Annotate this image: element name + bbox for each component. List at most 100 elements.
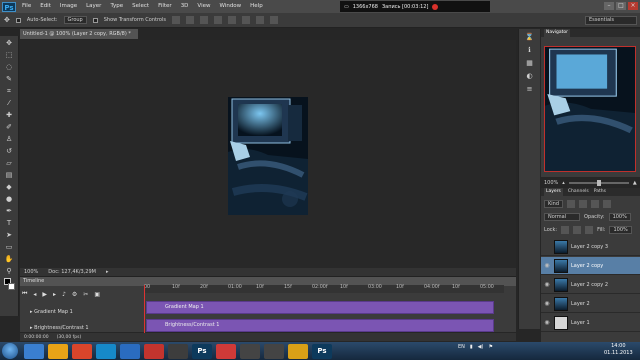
ie-icon[interactable] [24, 343, 44, 359]
auto-select-dropdown[interactable]: Group [63, 16, 87, 24]
opacity-field[interactable]: 100% [608, 212, 631, 221]
layer-row[interactable]: Layer 2 copy 3 [541, 238, 640, 256]
type-tool-icon[interactable]: T [4, 218, 14, 228]
lock-position-icon[interactable] [573, 225, 582, 234]
filter-type-icon[interactable] [591, 199, 600, 208]
skype-icon[interactable] [96, 343, 116, 359]
visibility-eye-icon[interactable] [543, 243, 551, 251]
visibility-eye-icon[interactable]: ◉ [543, 300, 551, 308]
zoom-out-icon[interactable]: ▴ [562, 180, 565, 186]
status-arrow-icon[interactable]: ▸ [106, 268, 109, 276]
visibility-eye-icon[interactable]: ◉ [543, 262, 551, 270]
layer-row[interactable]: ◉ Layer 1 [541, 314, 640, 332]
photoshop-icon[interactable]: Ps [312, 343, 332, 359]
next-frame-icon[interactable]: ▸ [53, 291, 56, 298]
settings-icon[interactable]: ⚙ [72, 291, 77, 298]
language-indicator[interactable]: EN [458, 344, 465, 350]
layer-name[interactable]: Layer 2 copy 2 [571, 282, 608, 288]
record-icon[interactable] [432, 3, 439, 10]
tab-paths[interactable]: Paths [594, 188, 606, 196]
timeline-ruler[interactable]: 00 10f 20f 01:00 10f 15f 02:00f 10f 03:00 10f 04:0… [144, 285, 504, 293]
align-middle-icon[interactable] [185, 16, 194, 24]
volume-icon[interactable]: ◀) [478, 344, 484, 350]
marquee-tool-icon[interactable]: ⬚ [4, 50, 14, 60]
tab-layers[interactable]: Layers [544, 188, 563, 196]
menu-item-window[interactable]: Window [219, 3, 241, 9]
app-icon[interactable] [240, 343, 260, 359]
document-image[interactable] [228, 97, 308, 215]
lock-all-icon[interactable] [585, 225, 594, 234]
healing-tool-icon[interactable]: ✚ [4, 110, 14, 120]
track-row-gradient-map[interactable]: ▸ Gradient Map 1 [20, 306, 144, 319]
tab-channels[interactable]: Channels [568, 188, 589, 196]
align-left-icon[interactable] [213, 16, 222, 24]
menu-item-select[interactable]: Select [132, 3, 149, 9]
eraser-tool-icon[interactable]: ▱ [4, 158, 14, 168]
document-tab[interactable]: Untitled-1 @ 100% (Layer 2 copy, RGB/8) … [20, 29, 138, 39]
zoom-in-icon[interactable]: ▲ [633, 180, 637, 186]
minimize-button[interactable]: – [604, 2, 614, 10]
3d-mode-icon[interactable] [269, 16, 278, 24]
distribute-icon[interactable] [255, 16, 264, 24]
layer-row[interactable]: ◉ Layer 2 copy [541, 257, 640, 275]
stamp-tool-icon[interactable]: ♙ [4, 134, 14, 144]
close-button[interactable]: × [628, 2, 638, 10]
layer-row[interactable]: ◉ Layer 2 [541, 295, 640, 313]
properties-icon[interactable]: ≡ [525, 85, 534, 94]
transition-icon[interactable]: ▣ [94, 291, 100, 298]
app-icon[interactable] [288, 343, 308, 359]
eyedropper-tool-icon[interactable]: ⁄ [4, 98, 14, 108]
navigator-zoom-value[interactable]: 100% [544, 180, 558, 186]
opera-icon[interactable] [144, 343, 164, 359]
zoom-tool-icon[interactable]: ⚲ [4, 266, 14, 276]
quick-select-tool-icon[interactable]: ✎ [4, 74, 14, 84]
blur-tool-icon[interactable]: ◆ [4, 182, 14, 192]
lock-pixels-icon[interactable] [561, 225, 570, 234]
first-frame-icon[interactable]: ⏮ [22, 290, 27, 298]
menu-item-help[interactable]: Help [250, 3, 263, 9]
brush-tool-icon[interactable]: ✐ [4, 122, 14, 132]
menu-item-edit[interactable]: Edit [40, 3, 51, 9]
layer-name[interactable]: Layer 2 copy [571, 263, 603, 269]
audio-icon[interactable]: ♪ [62, 291, 66, 298]
swatches-icon[interactable]: ▦ [525, 59, 534, 68]
app-icon[interactable] [264, 343, 284, 359]
zoom-slider[interactable] [568, 180, 629, 186]
chrome-icon[interactable] [72, 343, 92, 359]
maximize-button[interactable]: □ [616, 2, 626, 10]
filter-shape-icon[interactable] [603, 199, 612, 208]
zoom-readout[interactable]: 100% [24, 268, 38, 276]
workspace-switcher[interactable]: Essentials [585, 16, 637, 25]
move-tool-icon[interactable]: ✥ [4, 16, 10, 24]
visibility-eye-icon[interactable]: ◉ [543, 319, 551, 327]
menu-item-filter[interactable]: Filter [158, 3, 172, 9]
fill-field[interactable]: 100% [609, 225, 632, 234]
history-icon[interactable]: ⌛ [525, 33, 534, 42]
align-top-icon[interactable] [171, 16, 180, 24]
clip-brightness-contrast[interactable]: Brightness/Contrast 1 [146, 319, 494, 332]
menu-item-image[interactable]: Image [60, 3, 77, 9]
prev-frame-icon[interactable]: ◂ [33, 291, 36, 298]
align-center-icon[interactable] [227, 16, 236, 24]
menu-item-layer[interactable]: Layer [86, 3, 101, 9]
navigator-preview[interactable] [544, 46, 636, 172]
crop-tool-icon[interactable]: ⌗ [4, 86, 14, 96]
menu-item-view[interactable]: View [197, 3, 210, 9]
info-icon[interactable]: ℹ [525, 46, 534, 55]
recorder-widget[interactable]: ▭ 1366x768 Запись [00:03:12] [340, 1, 490, 12]
menu-item-type[interactable]: Type [110, 3, 123, 9]
lasso-tool-icon[interactable]: ◌ [4, 62, 14, 72]
align-right-icon[interactable] [241, 16, 250, 24]
menu-item-3d[interactable]: 3D [181, 3, 189, 9]
filter-pixel-icon[interactable] [567, 199, 576, 208]
layer-name[interactable]: Layer 2 [571, 301, 590, 307]
layer-name[interactable]: Layer 1 [571, 320, 590, 326]
path-select-tool-icon[interactable]: ➤ [4, 230, 14, 240]
menu-item-file[interactable]: File [22, 3, 31, 9]
layer-name[interactable]: Layer 2 copy 3 [571, 244, 608, 250]
folder-icon[interactable] [48, 343, 68, 359]
layer-row[interactable]: ◉ Layer 2 copy 2 [541, 276, 640, 294]
photoshop-icon[interactable]: Ps [192, 343, 212, 359]
utorrent-icon[interactable] [120, 343, 140, 359]
move-tool-icon[interactable]: ✥ [4, 38, 14, 48]
